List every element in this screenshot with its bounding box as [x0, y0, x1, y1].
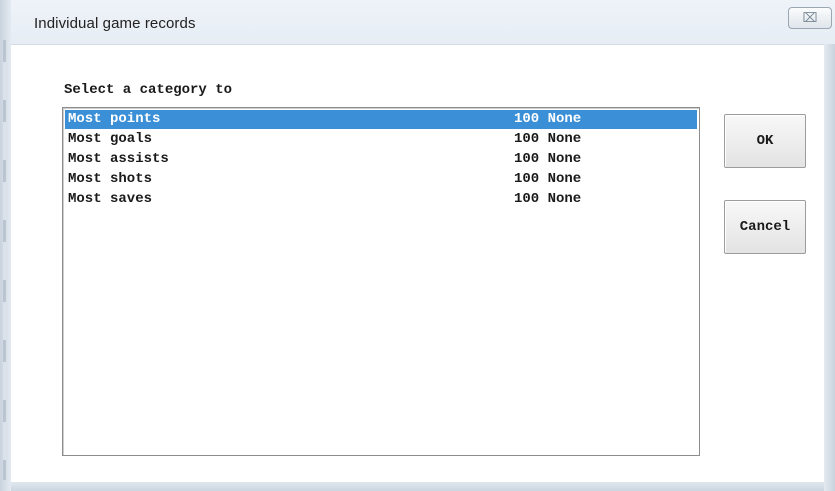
window-title: Individual game records	[34, 15, 196, 32]
list-item[interactable]: Most points 100 None	[65, 110, 697, 129]
dialog-window: Individual game records ⌧ Select a categ…	[0, 0, 835, 491]
list-item[interactable]: Most assists 100 None	[65, 150, 697, 169]
list-item-value: 100 None	[514, 171, 582, 187]
window-right-border	[824, 44, 835, 491]
ok-button[interactable]: OK	[724, 114, 806, 168]
list-item-value: 100 None	[514, 191, 582, 207]
close-icon: ⌧	[802, 10, 818, 26]
list-item[interactable]: Most saves 100 None	[65, 190, 697, 209]
title-bar[interactable]: Individual game records ⌧	[11, 0, 835, 44]
list-item-name: Most shots	[68, 171, 153, 187]
list-item-name: Most saves	[68, 191, 153, 207]
prompt-label: Select a category to	[64, 82, 233, 98]
cancel-button[interactable]: Cancel	[724, 200, 806, 254]
list-item-name: Most points	[68, 111, 161, 127]
list-item-name: Most goals	[68, 131, 153, 147]
list-item-name: Most assists	[68, 151, 169, 167]
window-bottom-border	[11, 482, 824, 491]
close-button[interactable]: ⌧	[788, 7, 832, 29]
list-item-value: 100 None	[514, 151, 582, 167]
list-item-value: 100 None	[514, 131, 582, 147]
list-item-value: 100 None	[514, 111, 582, 127]
list-item[interactable]: Most shots 100 None	[65, 170, 697, 189]
category-listbox[interactable]: Most points 100 None Most goals 100 None…	[62, 107, 700, 456]
window-left-border	[0, 0, 11, 491]
list-item[interactable]: Most goals 100 None	[65, 130, 697, 149]
